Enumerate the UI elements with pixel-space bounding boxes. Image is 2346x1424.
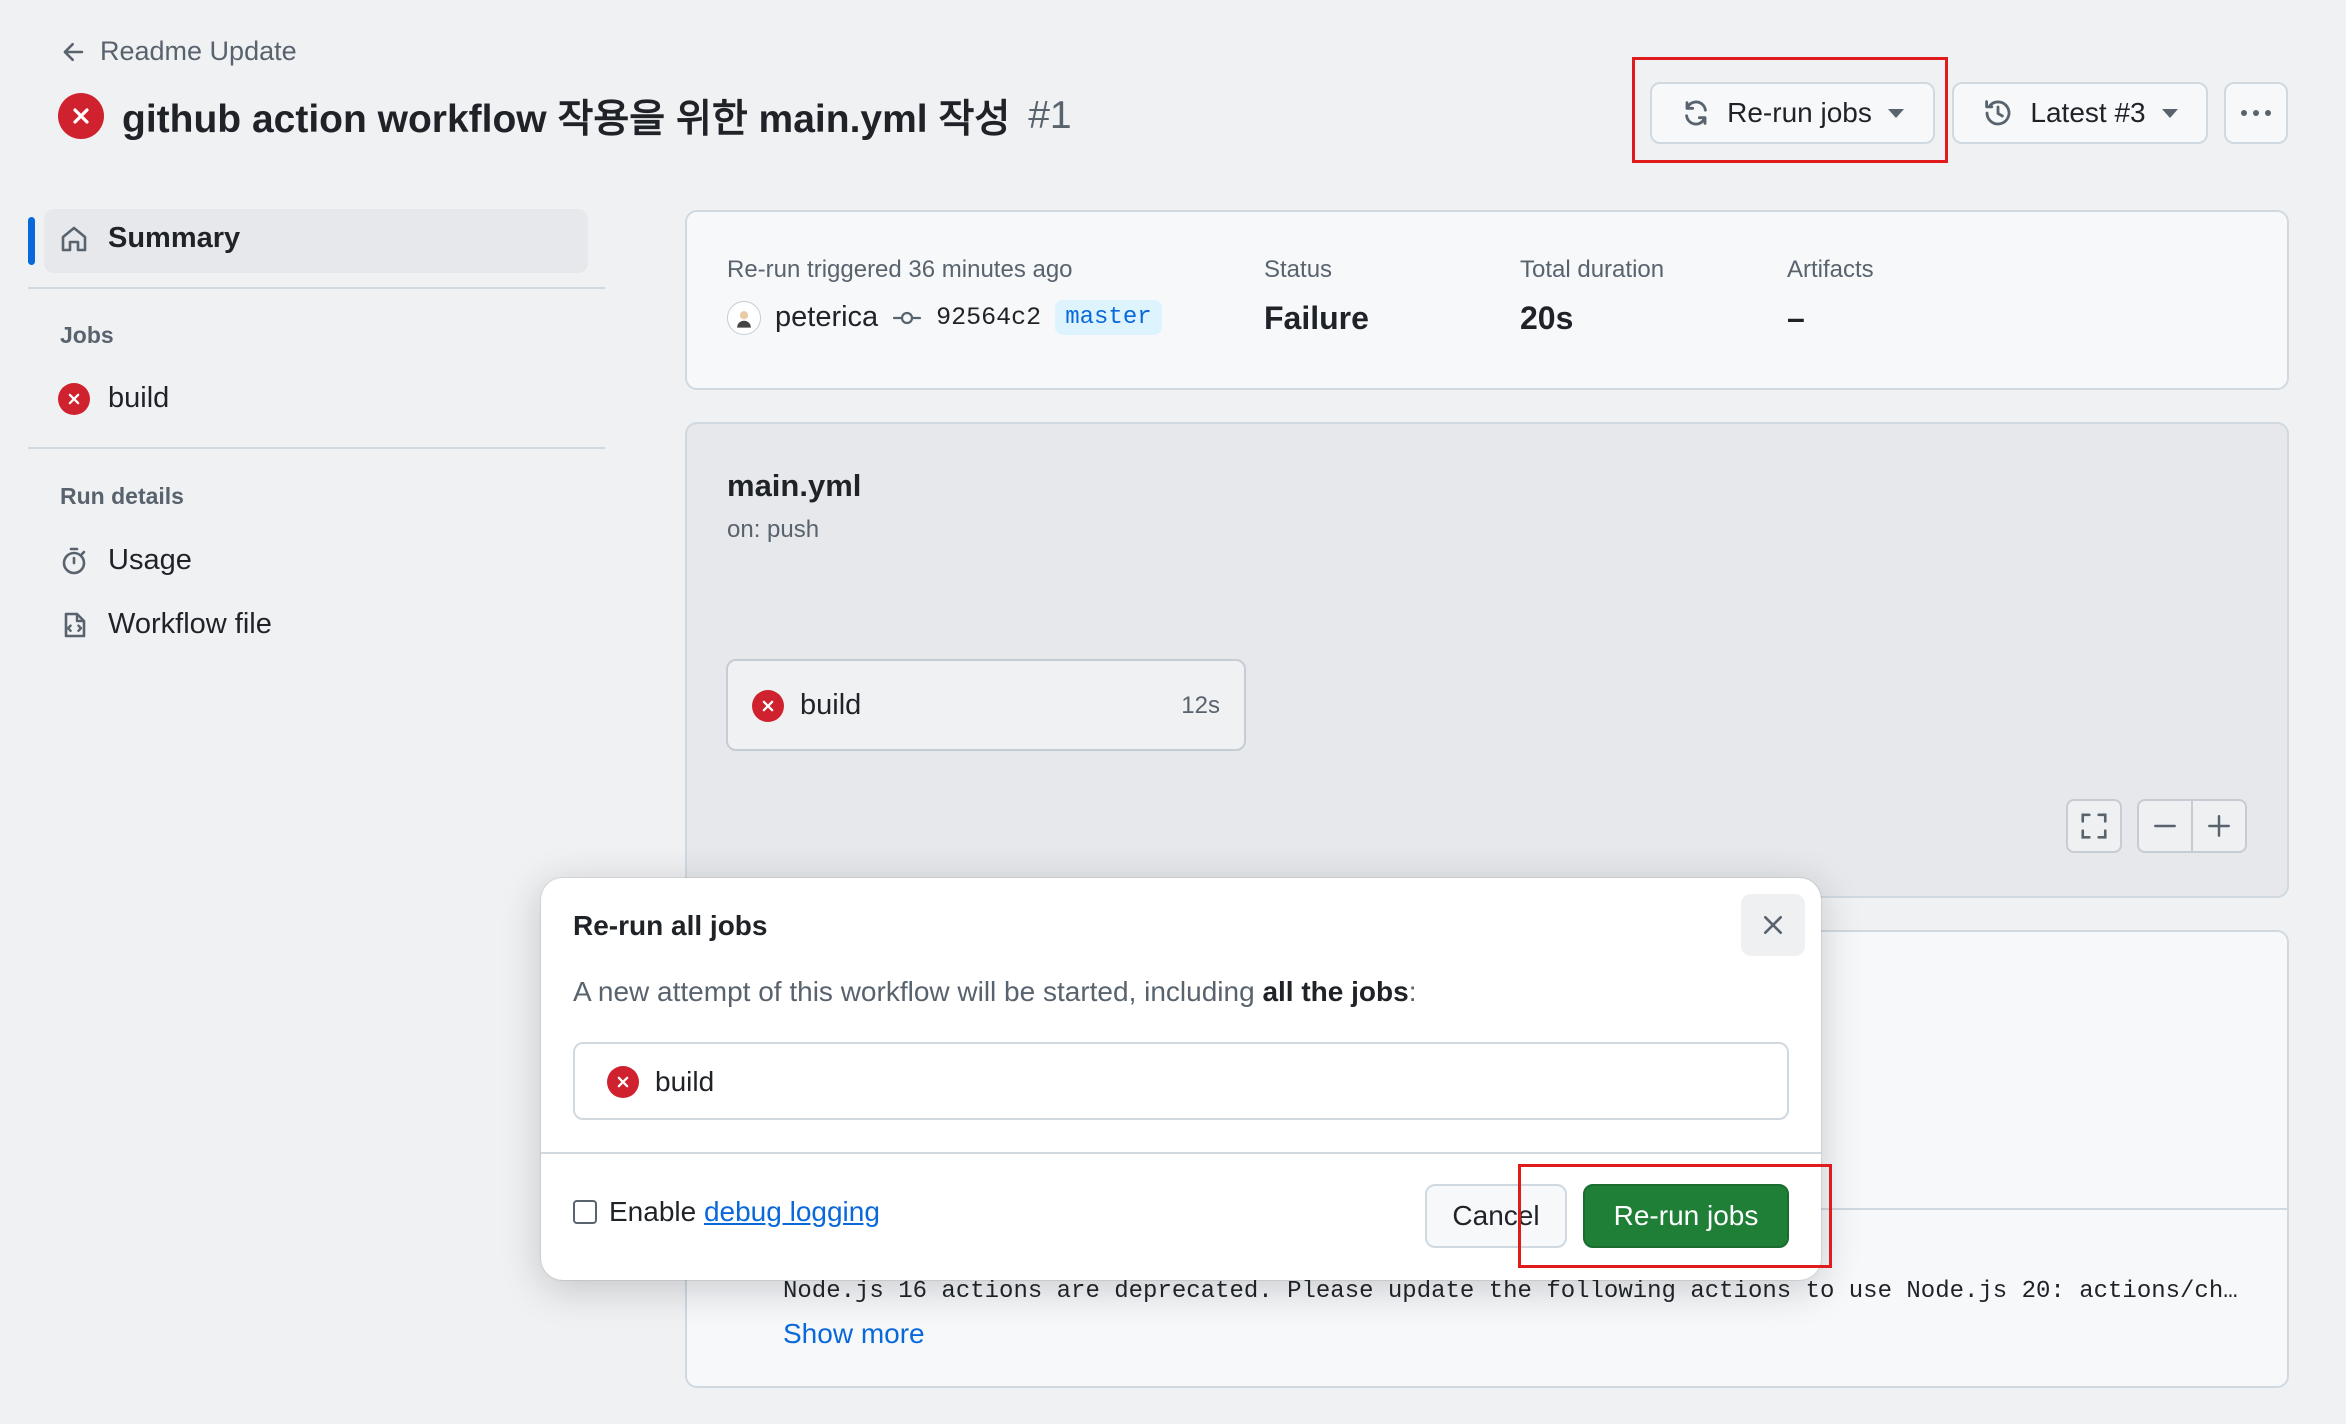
dialog-job-list: build [573, 1042, 1789, 1120]
dialog-description: A new attempt of this workflow will be s… [573, 976, 1416, 1008]
job-node-build[interactable]: build 12s [726, 659, 1246, 751]
dialog-footer-divider [541, 1152, 1821, 1154]
sidebar-item-summary[interactable]: Summary [58, 222, 240, 255]
workflow-file-name: main.yml [727, 468, 862, 503]
avatar [727, 300, 761, 335]
job-node-duration: 12s [1181, 692, 1220, 719]
cancel-button[interactable]: Cancel [1425, 1184, 1567, 1248]
artifacts-label: Artifacts [1787, 256, 1874, 283]
sidebar-item-build[interactable]: build [58, 382, 169, 415]
sidebar-item-label: Summary [108, 222, 241, 254]
zoom-out-button[interactable] [2137, 799, 2193, 853]
latest-attempt-button[interactable]: Latest #3 [1952, 82, 2208, 144]
actor-link[interactable]: peterica [775, 301, 878, 334]
dialog-description-suffix: : [1408, 976, 1417, 1007]
annotation-warning-text: Node.js 16 actions are deprecated. Pleas… [783, 1278, 2238, 1305]
kebab-horizontal-icon [2241, 110, 2271, 116]
sidebar-item-workflow-file[interactable]: Workflow file [58, 608, 272, 641]
chevron-down-icon [2161, 108, 2178, 118]
close-icon [1763, 915, 1783, 935]
x-circle-icon [752, 690, 784, 722]
plus-icon [2208, 815, 2230, 837]
x-circle-icon [58, 93, 104, 139]
dash-icon [2154, 824, 2176, 828]
dialog-job-label: build [655, 1066, 715, 1097]
run-summary-card: Re-run triggered 36 minutes ago peterica… [685, 210, 2289, 390]
dialog-description-text: A new attempt of this workflow will be s… [573, 976, 1263, 1007]
sidebar-divider [28, 287, 605, 289]
run-title: github action workflow 작용을 위한 main.yml 작… [122, 98, 1011, 141]
commit-sha[interactable]: 92564c2 [936, 303, 1041, 332]
debug-logging-link[interactable]: debug logging [704, 1196, 880, 1227]
rerun-dialog: Re-run all jobs A new attempt of this wo… [541, 878, 1821, 1280]
arrow-left-icon [63, 42, 84, 61]
sync-icon [1685, 100, 1707, 126]
rerun-jobs-menu-button[interactable]: Re-run jobs [1650, 82, 1935, 144]
screen-full-icon [2081, 813, 2107, 839]
stopwatch-icon [62, 547, 86, 574]
trigger-meta: peterica 92564c2 master [727, 300, 1162, 335]
run-details-heading: Run details [60, 483, 184, 509]
jobs-heading: Jobs [60, 322, 114, 348]
debug-logging-option: Enable debug logging [573, 1196, 880, 1228]
sidebar-item-label: Usage [108, 544, 192, 576]
sidebar-item-usage[interactable]: Usage [58, 544, 192, 577]
git-commit-icon [893, 311, 922, 324]
duration-label: Total duration [1520, 256, 1665, 283]
x-circle-icon [607, 1066, 639, 1098]
page-title: github action workflow 작용을 위한 main.yml 작… [58, 88, 1072, 144]
debug-logging-checkbox[interactable] [573, 1200, 597, 1224]
sidebar-item-label: Workflow file [108, 608, 272, 640]
show-more-link[interactable]: Show more [783, 1318, 925, 1350]
dialog-close-button[interactable] [1741, 894, 1805, 956]
more-options-button[interactable] [2224, 82, 2288, 144]
zoom-in-button[interactable] [2191, 799, 2247, 853]
artifacts-value: – [1787, 300, 1805, 336]
job-node-label: build [800, 689, 862, 721]
rerun-jobs-label: Re-run jobs [1727, 97, 1872, 128]
file-code-icon [64, 612, 86, 637]
status-value: Failure [1264, 300, 1369, 336]
dialog-description-bold: all the jobs [1262, 976, 1409, 1007]
back-link-label: Readme Update [100, 36, 297, 66]
branch-badge[interactable]: master [1055, 300, 1162, 335]
x-circle-icon [58, 382, 90, 415]
chevron-down-icon [1887, 108, 1904, 118]
history-icon [1985, 100, 2011, 126]
back-link[interactable]: Readme Update [60, 36, 297, 67]
status-label: Status [1264, 256, 1333, 283]
latest-attempt-label: Latest #3 [2030, 97, 2146, 128]
dialog-title: Re-run all jobs [573, 910, 768, 941]
home-icon [61, 226, 87, 251]
duration-value: 20s [1520, 300, 1574, 336]
sidebar-active-indicator [28, 217, 35, 265]
sidebar-divider [28, 447, 605, 449]
sidebar-item-label: build [108, 382, 170, 414]
enable-label: Enable [609, 1196, 704, 1227]
confirm-rerun-button[interactable]: Re-run jobs [1583, 1184, 1789, 1248]
run-number: #1 [1028, 94, 1072, 137]
fullscreen-button[interactable] [2066, 799, 2122, 853]
trigger-label: Re-run triggered 36 minutes ago [727, 256, 1073, 283]
workflow-trigger: on: push [727, 516, 820, 543]
